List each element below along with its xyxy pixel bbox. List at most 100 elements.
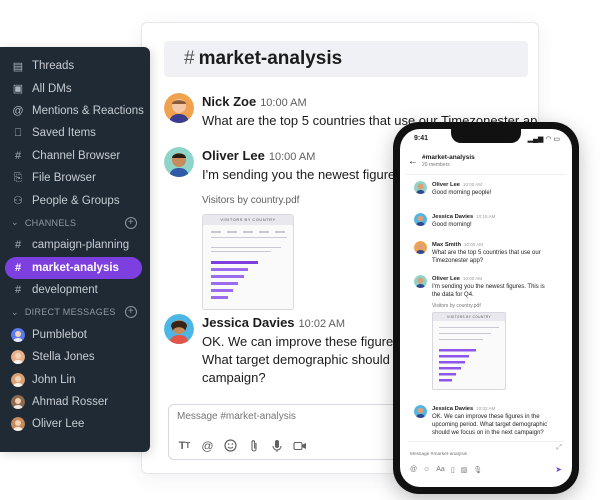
- attachment-bar: [211, 296, 228, 299]
- dm-item[interactable]: Stella Jones: [0, 346, 150, 368]
- dm-section-header[interactable]: ⌄ DIRECT MESSAGES +: [0, 301, 150, 323]
- composer-toolbar: TT @: [177, 438, 307, 453]
- attachment-bar: [211, 282, 238, 285]
- channel-label: development: [32, 284, 98, 297]
- message-author[interactable]: Jessica Davies: [432, 406, 473, 412]
- attachment-title: VISITORS BY COUNTRY: [433, 313, 505, 321]
- send-icon[interactable]: ➤: [555, 465, 562, 474]
- hash-icon: #: [14, 284, 22, 297]
- phone-channel-title[interactable]: #market-analysis: [422, 154, 475, 161]
- status-icons: ▂▄▆ ◠ ▭: [527, 136, 560, 143]
- channel-browser-icon: #: [14, 149, 22, 162]
- section-label: DIRECT MESSAGES: [24, 307, 116, 318]
- attachment-bar: [439, 361, 465, 364]
- message-author[interactable]: Oliver Lee: [202, 148, 265, 163]
- avatar[interactable]: [164, 314, 194, 344]
- hash-icon: #: [14, 261, 22, 274]
- people-icon: ⚇: [13, 195, 23, 208]
- message: Oliver Lee 10:00 AM I'm sending you the n…: [164, 147, 424, 310]
- at-icon: @: [12, 104, 24, 117]
- text-format-icon[interactable]: TT: [177, 438, 192, 453]
- message-author[interactable]: Nick Zoe: [202, 94, 256, 109]
- mention-icon[interactable]: @: [200, 438, 215, 453]
- phone-message-input[interactable]: [408, 446, 564, 457]
- avatar[interactable]: [414, 275, 427, 288]
- message-text: What are the top 5 countries that use ou…: [432, 250, 541, 256]
- message-time: 10:00 AM: [268, 151, 316, 163]
- dm-item[interactable]: Pumblebot: [0, 324, 150, 346]
- message-time: 10:00 AM: [260, 97, 307, 109]
- mention-icon[interactable]: @: [410, 466, 417, 474]
- attachment-filename[interactable]: Visitors by country.pdf: [202, 192, 424, 210]
- phone-member-count: 20 members: [422, 162, 450, 168]
- add-channel-icon[interactable]: +: [125, 216, 137, 229]
- back-arrow-icon[interactable]: ←: [408, 156, 418, 167]
- sidebar-item-threads[interactable]: ▤ Threads: [0, 55, 150, 77]
- avatar[interactable]: [164, 93, 194, 123]
- avatar[interactable]: [414, 241, 427, 254]
- sidebar-item-file-browser[interactable]: ⎘ File Browser: [0, 167, 150, 189]
- message-time: 10:02 AM: [476, 406, 496, 411]
- channel-title: market-analysis: [198, 48, 343, 69]
- avatar: [11, 350, 25, 365]
- avatar[interactable]: [414, 405, 427, 418]
- attachment-icon[interactable]: [246, 438, 261, 453]
- channel-item-market-analysis[interactable]: # market-analysis: [5, 256, 142, 279]
- sidebar-item-people-groups[interactable]: ⚇ People & Groups: [0, 189, 150, 211]
- phone-message: Oliver Lee 10:00 AM Good morning people!: [414, 181, 564, 197]
- emoji-icon[interactable]: ☺: [423, 466, 430, 474]
- attachment-preview[interactable]: VISITORS BY COUNTRY: [432, 312, 506, 390]
- attachment-bar: [211, 261, 258, 264]
- attachment-bar: [439, 373, 456, 376]
- sidebar-item-mentions-reactions[interactable]: @ Mentions & Reactions: [0, 100, 150, 122]
- avatar[interactable]: [414, 213, 427, 226]
- dm-item[interactable]: Oliver Lee: [0, 413, 150, 435]
- attachment-preview[interactable]: VISITORS BY COUNTRY: [202, 214, 294, 310]
- phone-message: Jessica Davies 10:02 AM OK. We can improve…: [414, 405, 564, 437]
- message-author[interactable]: Oliver Lee: [432, 182, 460, 188]
- dm-label: Oliver Lee: [32, 418, 85, 431]
- message-time: 10:00 AM: [463, 276, 483, 281]
- message-author[interactable]: Max Smith: [432, 242, 461, 248]
- marketing-composition: # market-analysis Nick Zoe 10:00 AM What …: [0, 0, 606, 500]
- sidebar-item-label: File Browser: [32, 172, 96, 185]
- emoji-icon[interactable]: [223, 438, 238, 453]
- expand-icon[interactable]: ⤢: [556, 444, 562, 452]
- message-author[interactable]: Oliver Lee: [432, 276, 460, 282]
- sidebar-item-all-dms[interactable]: ▣ All DMs: [0, 77, 150, 99]
- sidebar-item-channel-browser[interactable]: # Channel Browser: [0, 145, 150, 167]
- message-author[interactable]: Jessica Davies: [432, 214, 473, 220]
- sidebar-item-label: Mentions & Reactions: [32, 104, 144, 117]
- attachment-bar: [439, 379, 452, 382]
- channel-label: campaign-planning: [32, 239, 130, 252]
- channel-item-development[interactable]: # development: [0, 279, 150, 301]
- avatar: [11, 395, 25, 410]
- dm-label: Pumblebot: [32, 328, 87, 341]
- message-author[interactable]: Jessica Davies: [202, 315, 295, 330]
- image-icon[interactable]: ▨: [461, 466, 468, 474]
- attachment-filename[interactable]: Visitors by country.pdf: [432, 302, 545, 310]
- file-icon[interactable]: ▯: [451, 466, 455, 474]
- channels-section-header[interactable]: ⌄ CHANNELS +: [0, 212, 150, 234]
- message-time: 10:02 AM: [298, 318, 346, 330]
- phone-message: Jessica Davies 10:15 AM Good morning!: [414, 213, 564, 229]
- channel-header: # market-analysis: [164, 41, 528, 77]
- phone-composer: ⤢ @ ☺ Aa ▯ ▨ 🎙︎ ➤: [408, 441, 564, 477]
- dm-item[interactable]: John Lin: [0, 368, 150, 390]
- message-text: the data for Q4.: [432, 292, 474, 298]
- microphone-icon[interactable]: 🎙︎: [473, 466, 482, 474]
- sidebar-item-label: Threads: [32, 60, 75, 73]
- video-icon[interactable]: [292, 438, 307, 453]
- sidebar-item-label: All DMs: [32, 82, 72, 95]
- sidebar-item-label: Channel Browser: [32, 149, 121, 162]
- dm-item[interactable]: Ahmad Rosser: [0, 391, 150, 413]
- sidebar-item-label: Saved Items: [32, 127, 96, 140]
- microphone-icon[interactable]: [269, 438, 284, 453]
- text-format-icon[interactable]: Aa: [436, 466, 445, 474]
- sidebar-item-saved-items[interactable]: ⎕ Saved Items: [0, 122, 150, 144]
- attachment-bar: [211, 268, 248, 271]
- add-dm-icon[interactable]: +: [125, 306, 137, 319]
- avatar[interactable]: [164, 147, 194, 177]
- avatar[interactable]: [414, 181, 427, 194]
- channel-item-campaign-planning[interactable]: # campaign-planning: [0, 234, 150, 256]
